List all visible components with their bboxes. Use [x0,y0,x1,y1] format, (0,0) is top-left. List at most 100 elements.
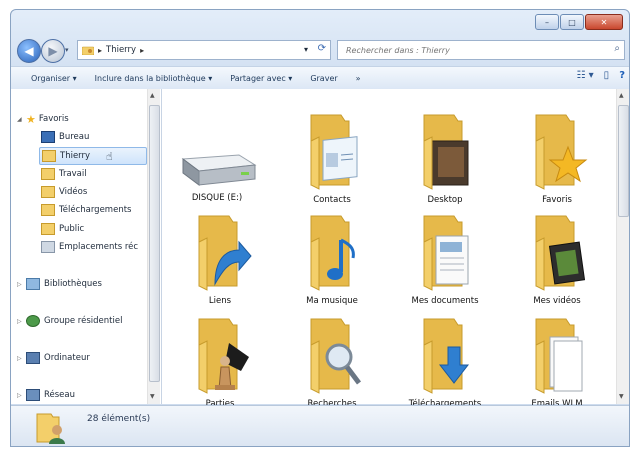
library-icon [26,278,40,290]
hard-drive-icon [181,154,257,186]
breadcrumb-thierry[interactable]: Thierry [106,45,136,55]
nav-computer[interactable]: ▷ Ordinateur [17,350,90,366]
share-with-menu[interactable]: Partager avec ▾ [230,74,292,83]
item-contacts[interactable]: Contacts [282,113,382,205]
content-scroll-thumb[interactable] [618,105,629,217]
expand-icon[interactable]: ▷ [17,355,23,362]
expand-icon[interactable]: ▷ [17,281,23,288]
nav-item-telechargements[interactable]: Téléchargements [41,202,131,218]
scroll-down-icon[interactable]: ▼ [150,393,155,400]
item-liens[interactable]: Liens [170,214,270,306]
item-favoris[interactable]: Favoris [507,113,607,205]
minimize-button[interactable]: – [535,14,559,30]
favorites-folder-icon [535,114,588,190]
nav-network[interactable]: ▷ Réseau [17,387,75,403]
desktop-icon [41,131,55,143]
item-ma-musique[interactable]: Ma musique [282,214,382,306]
nav-scrollbar[interactable]: ▲ ▼ [147,89,160,404]
nav-item-recent-places[interactable]: Emplacements réc [41,239,147,255]
nav-item-travail[interactable]: Travail [41,166,87,182]
music-folder-icon [310,215,355,291]
folder-user-icon [42,150,56,162]
item-label: Desktop [427,195,463,205]
scroll-down-icon[interactable]: ▼ [619,393,624,400]
content-scrollbar[interactable]: ▲ ▼ [616,89,629,404]
help-icon[interactable]: ? [619,70,625,81]
nav-item-label: Réseau [44,390,76,400]
window-controls: – □ ✕ [534,14,623,30]
details-pane: 28 élément(s) [11,405,629,446]
item-label: Ma musique [306,296,358,306]
games-folder-icon [198,318,249,394]
item-label: Contacts [313,195,351,205]
forward-button[interactable]: ▶ [41,39,65,63]
organize-menu[interactable]: Organiser ▾ [31,74,77,83]
nav-item-videos[interactable]: Vidéos [41,184,87,200]
back-button[interactable]: ◀ [17,39,41,63]
item-desktop[interactable]: Desktop [395,113,495,205]
star-icon: ★ [26,112,36,126]
close-button[interactable]: ✕ [585,14,623,30]
nav-item-label: Emplacements réc [59,242,139,252]
refresh-icon[interactable]: ⟳ [318,43,326,54]
maximize-button[interactable]: □ [560,14,584,30]
expand-icon[interactable]: ▷ [17,392,23,399]
include-in-library-menu[interactable]: Inclure dans la bibliothèque ▾ [95,74,213,83]
nav-item-label: Vidéos [59,187,88,197]
nav-item-public[interactable]: Public [41,221,84,237]
nav-homegroup[interactable]: ▷ Groupe résidentiel [17,313,122,329]
nav-item-label: Téléchargements [59,205,132,215]
contacts-folder-icon [310,114,358,190]
nav-item-label: Travail [59,169,87,179]
nav-item-bureau[interactable]: Bureau [41,129,89,145]
nav-scroll-thumb[interactable] [149,105,160,382]
documents-folder-icon [423,215,469,291]
item-disque-e[interactable]: DISQUE (E:) [167,145,267,203]
chevron-right-icon[interactable]: ▸ [140,46,144,55]
item-parties[interactable]: Parties [170,317,270,409]
item-telechargements[interactable]: Téléchargements [395,317,495,409]
recent-places-icon [41,241,55,253]
command-bar: Organiser ▾ Inclure dans la bibliothèque… [11,66,629,90]
scroll-up-icon[interactable]: ▲ [150,92,155,99]
expand-icon[interactable]: ▷ [17,318,23,325]
folder-user-icon [82,46,94,55]
recent-pages-dropdown[interactable]: ▾ [65,46,69,54]
downloads-folder-icon [423,318,470,394]
user-folder-icon [36,413,65,444]
preview-pane-icon[interactable]: ▯ [604,70,610,81]
nav-item-thierry[interactable]: Thierry ☝ [39,147,147,165]
arrow-left-icon: ◀ [24,44,34,58]
item-mes-documents[interactable]: Mes documents [395,214,495,306]
videos-folder-icon [535,215,586,291]
searches-folder-icon [310,318,361,394]
item-emails-wlm[interactable]: Emails WLM [507,317,607,409]
nav-item-label: Bibliothèques [44,279,102,289]
item-recherches[interactable]: Recherches [282,317,382,409]
search-input[interactable] [344,44,598,56]
nav-libraries[interactable]: ▷ Bibliothèques [17,276,102,292]
more-commands-button[interactable]: » [356,74,361,83]
nav-favorites[interactable]: ◢ ★ Favoris [17,111,69,127]
collapse-icon[interactable]: ◢ [17,116,23,123]
search-icon[interactable]: ⌕ [614,43,620,54]
nav-item-label: Public [59,224,85,234]
burn-button[interactable]: Graver [310,74,337,83]
emails-folder-icon [535,318,583,394]
links-folder-icon [198,215,252,291]
nav-item-label: Bureau [59,132,90,142]
nav-item-label: Groupe résidentiel [44,316,123,326]
item-label: Favoris [542,195,572,205]
folder-icon [41,168,55,180]
scroll-up-icon[interactable]: ▲ [619,92,624,99]
change-view-icon[interactable]: ☷ ▾ [577,70,594,81]
homegroup-icon [26,315,40,327]
search-box[interactable]: ⌕ [337,40,625,60]
nav-item-label: Ordinateur [44,353,90,363]
item-label: Mes documents [411,296,479,306]
address-bar[interactable]: ▸ Thierry ▸ ▾ ⟳ [77,40,331,60]
item-mes-videos[interactable]: Mes vidéos [507,214,607,306]
address-dropdown[interactable]: ▾ [304,45,308,54]
item-label: Liens [208,296,232,306]
network-icon [26,389,40,401]
